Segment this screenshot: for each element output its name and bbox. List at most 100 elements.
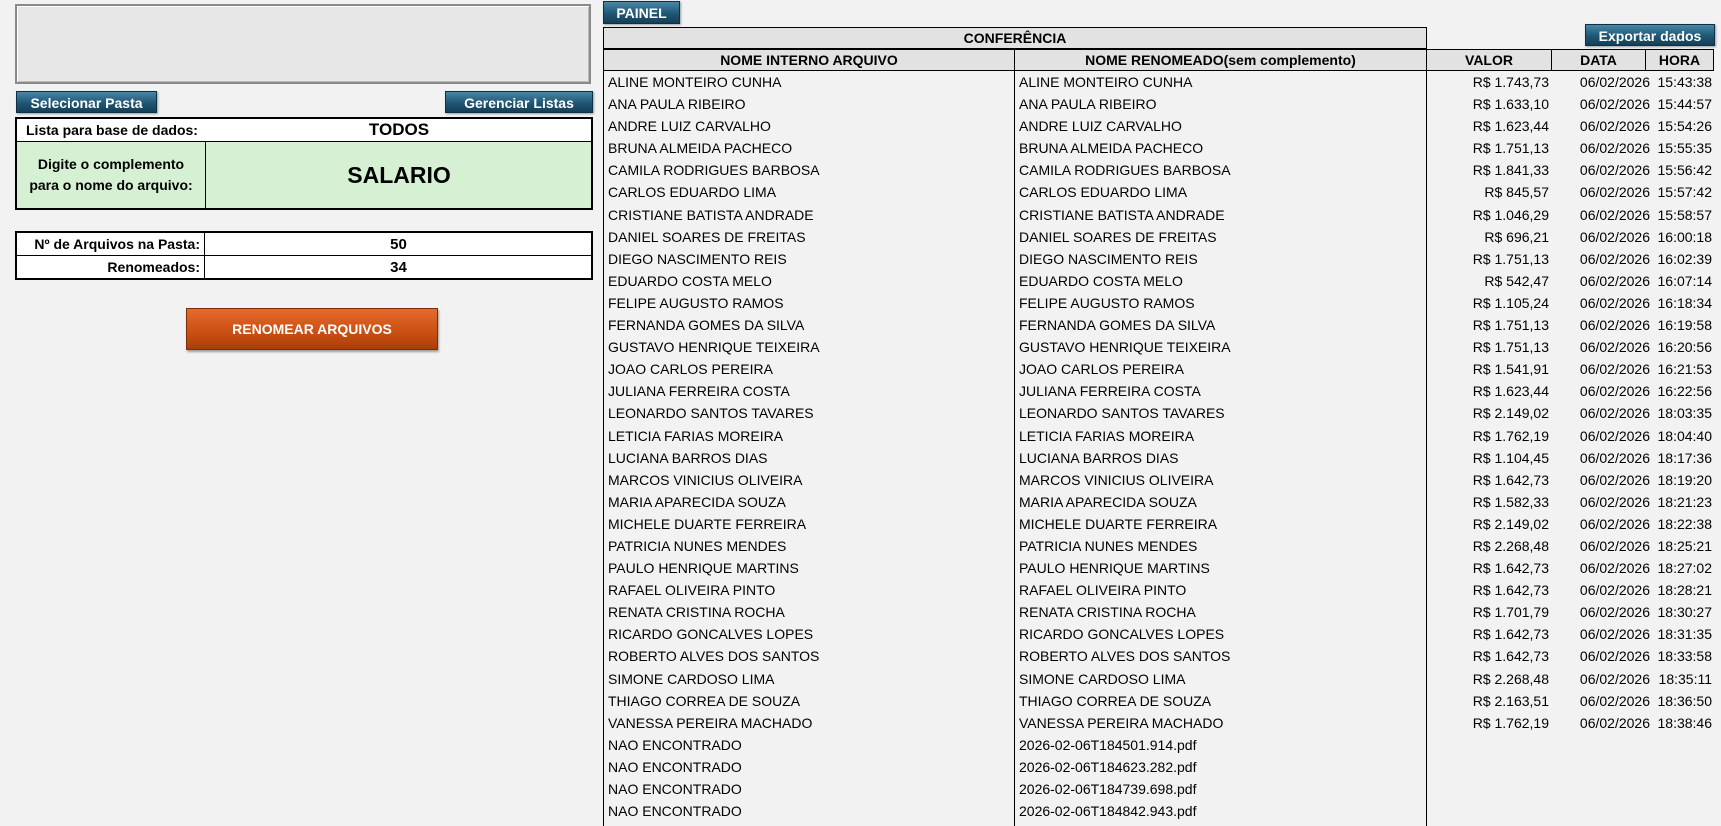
cell-value: R$ 1.642,73 (1472, 626, 1549, 643)
table-row[interactable]: LETICIA FARIAS MOREIRA LETICIA FARIAS MOR… (603, 426, 1714, 448)
header-time: HORA (1645, 49, 1714, 71)
cell-time: 18:38:46 (1657, 714, 1713, 731)
complement-input[interactable]: SALARIO (207, 142, 591, 208)
table-row[interactable]: VANESSA PEREIRA MACHADO VANESSA PEREIRA M… (603, 713, 1714, 735)
select-folder-button[interactable]: Selecionar Pasta (16, 91, 157, 113)
cell-renamed-name: DANIEL SOARES DE FREITAS (1019, 228, 1217, 245)
table-row[interactable]: PATRICIA NUNES MENDES PATRICIA NUNES MEND… (603, 536, 1714, 558)
cell-time: 16:00:18 (1657, 228, 1713, 245)
table-row[interactable]: CRISTIANE BATISTA ANDRADE CRISTIANE BATIS… (603, 205, 1714, 227)
db-list-select[interactable]: TODOS (207, 119, 591, 141)
table-row[interactable]: NAO ENCONTRADO 2026-02-06T184842.943.pdf (603, 801, 1714, 823)
table-row[interactable]: BRUNA ALMEIDA PACHECO BRUNA ALMEIDA PACHE… (603, 138, 1714, 160)
cell-renamed-name: FERNANDA GOMES DA SILVA (1019, 317, 1216, 334)
table-row[interactable]: PAULO HENRIQUE MARTINS PAULO HENRIQUE MAR… (603, 558, 1714, 580)
renamed-count-row: Renomeados: 34 (17, 256, 591, 278)
cell-date: 06/02/2026 (1579, 118, 1650, 135)
cell-internal-name: NAO ENCONTRADO (608, 758, 742, 775)
cell-date: 06/02/2026 (1579, 383, 1650, 400)
table-row[interactable]: JULIANA FERREIRA COSTA JULIANA FERREIRA C… (603, 381, 1714, 403)
cell-date: 06/02/2026 (1579, 339, 1650, 356)
cell-renamed-name: THIAGO CORREA DE SOUZA (1019, 692, 1212, 709)
cell-date: 06/02/2026 (1579, 449, 1650, 466)
cell-internal-name: PAULO HENRIQUE MARTINS (608, 560, 799, 577)
table-row[interactable]: GUSTAVO HENRIQUE TEIXEIRA GUSTAVO HENRIQU… (603, 337, 1714, 359)
cell-date: 06/02/2026 (1579, 471, 1650, 488)
table-row[interactable]: LEONARDO SANTOS TAVARES LEONARDO SANTOS T… (603, 403, 1714, 425)
cell-renamed-name: RICARDO GONCALVES LOPES (1019, 626, 1225, 643)
cell-internal-name: CRISTIANE BATISTA ANDRADE (608, 206, 814, 223)
table-row[interactable]: NAO ENCONTRADO 2026-02-06T184623.282.pdf (603, 757, 1714, 779)
table-row[interactable]: ALINE MONTEIRO CUNHA ALINE MONTEIRO CUNHA… (603, 72, 1714, 94)
table-row[interactable]: MARCOS VINICIUS OLIVEIRA MARCOS VINICIUS … (603, 470, 1714, 492)
table-row[interactable]: MICHELE DUARTE FERREIRA MICHELE DUARTE FE… (603, 514, 1714, 536)
header-internal-name: NOME INTERNO ARQUIVO (603, 49, 1015, 71)
cell-internal-name: NAO ENCONTRADO (608, 736, 742, 753)
cell-value: R$ 1.841,33 (1472, 162, 1549, 179)
cell-date: 06/02/2026 (1579, 582, 1650, 599)
cell-renamed-name: ANDRE LUIZ CARVALHO (1019, 118, 1182, 135)
table-row[interactable]: NAO ENCONTRADO 2026-02-06T184501.914.pdf (603, 735, 1714, 757)
cell-time: 15:56:42 (1657, 162, 1713, 179)
cell-date: 06/02/2026 (1579, 537, 1650, 554)
complement-label: Digite o complemento para o nome do arqu… (17, 142, 206, 208)
notes-textbox[interactable] (15, 4, 591, 84)
table-row[interactable]: LUCIANA BARROS DIAS LUCIANA BARROS DIAS R$… (603, 448, 1714, 470)
cell-internal-name: FELIPE AUGUSTO RAMOS (608, 294, 784, 311)
complement-label-line2: para o nome do arquivo: (29, 177, 193, 193)
cell-renamed-name: RAFAEL OLIVEIRA PINTO (1019, 582, 1187, 599)
cell-value: R$ 1.623,44 (1472, 383, 1549, 400)
table-row[interactable]: ANA PAULA RIBEIRO ANA PAULA RIBEIRO R$ 1.6… (603, 94, 1714, 116)
cell-internal-name: LEONARDO SANTOS TAVARES (608, 405, 814, 422)
cell-internal-name: ROBERTO ALVES DOS SANTOS (608, 648, 820, 665)
cell-value: R$ 1.751,13 (1472, 339, 1549, 356)
counts-box: Nº de Arquivos na Pasta: 50 Renomeados: … (15, 231, 593, 280)
table-row[interactable]: THIAGO CORREA DE SOUZA THIAGO CORREA DE S… (603, 691, 1714, 713)
table-row[interactable]: CARLOS EDUARDO LIMA CARLOS EDUARDO LIMA R$… (603, 182, 1714, 204)
cell-date: 06/02/2026 (1579, 250, 1650, 267)
cell-date: 06/02/2026 (1579, 140, 1650, 157)
cell-internal-name: DANIEL SOARES DE FREITAS (608, 228, 806, 245)
cell-internal-name: ALINE MONTEIRO CUNHA (608, 74, 782, 90)
cell-renamed-name: PAULO HENRIQUE MARTINS (1019, 560, 1210, 577)
table-row[interactable]: FELIPE AUGUSTO RAMOS FELIPE AUGUSTO RAMOS… (603, 293, 1714, 315)
cell-value: R$ 2.268,48 (1472, 670, 1549, 687)
cell-time: 18:17:36 (1657, 449, 1713, 466)
cell-date: 06/02/2026 (1579, 714, 1650, 731)
cell-renamed-name: CAMILA RODRIGUES BARBOSA (1019, 162, 1231, 179)
table-row[interactable]: RAFAEL OLIVEIRA PINTO RAFAEL OLIVEIRA PIN… (603, 580, 1714, 602)
table-row[interactable]: SIMONE CARDOSO LIMA SIMONE CARDOSO LIMA R$… (603, 669, 1714, 691)
cell-internal-name: BRUNA ALMEIDA PACHECO (608, 140, 793, 157)
table-row[interactable]: ANDRE LUIZ CARVALHO ANDRE LUIZ CARVALHO R$… (603, 116, 1714, 138)
table-row[interactable]: RICARDO GONCALVES LOPES RICARDO GONCALVES… (603, 624, 1714, 646)
cell-renamed-name: LUCIANA BARROS DIAS (1019, 449, 1179, 466)
table-row[interactable]: NAO ENCONTRADO 2026-02-06T184739.698.pdf (603, 779, 1714, 801)
table-row[interactable]: EDUARDO COSTA MELO EDUARDO COSTA MELO R$ 5… (603, 271, 1714, 293)
cell-date: 06/02/2026 (1579, 96, 1650, 113)
rename-files-button[interactable]: RENOMEAR ARQUIVOS (186, 308, 438, 350)
table-row[interactable]: FERNANDA GOMES DA SILVA FERNANDA GOMES DA… (603, 315, 1714, 337)
table-row[interactable]: CAMILA RODRIGUES BARBOSA CAMILA RODRIGUES… (603, 160, 1714, 182)
cell-internal-name: VANESSA PEREIRA MACHADO (608, 714, 813, 731)
table-row[interactable]: DIEGO NASCIMENTO REIS DIEGO NASCIMENTO RE… (603, 249, 1714, 271)
cell-internal-name: NAO ENCONTRADO (608, 803, 742, 820)
cell-renamed-name: ALINE MONTEIRO CUNHA (1019, 74, 1193, 90)
cell-time: 18:22:38 (1657, 515, 1713, 532)
painel-button[interactable]: PAINEL (603, 1, 680, 24)
cell-value: R$ 2.149,02 (1472, 515, 1549, 532)
cell-date: 06/02/2026 (1579, 74, 1650, 90)
cell-internal-name: MARCOS VINICIUS OLIVEIRA (608, 471, 803, 488)
cell-renamed-name: CARLOS EDUARDO LIMA (1019, 184, 1188, 201)
cell-date: 06/02/2026 (1579, 692, 1650, 709)
cell-value: R$ 1.642,73 (1472, 471, 1549, 488)
table-row[interactable]: RENATA CRISTINA ROCHA RENATA CRISTINA ROC… (603, 602, 1714, 624)
table-row[interactable]: DANIEL SOARES DE FREITAS DANIEL SOARES DE… (603, 227, 1714, 249)
table-row[interactable]: JOAO CARLOS PEREIRA JOAO CARLOS PEREIRA R$… (603, 359, 1714, 381)
table-row[interactable]: MARIA APARECIDA SOUZA MARIA APARECIDA SOU… (603, 492, 1714, 514)
renamed-count-value: 34 (390, 258, 407, 276)
cell-value: R$ 1.105,24 (1472, 294, 1549, 311)
manage-lists-button[interactable]: Gerenciar Listas (445, 91, 593, 113)
table-row[interactable]: ROBERTO ALVES DOS SANTOS ROBERTO ALVES DO… (603, 646, 1714, 668)
cell-renamed-name: 2026-02-06T184501.914.pdf (1019, 736, 1197, 753)
cell-date: 06/02/2026 (1579, 317, 1650, 334)
